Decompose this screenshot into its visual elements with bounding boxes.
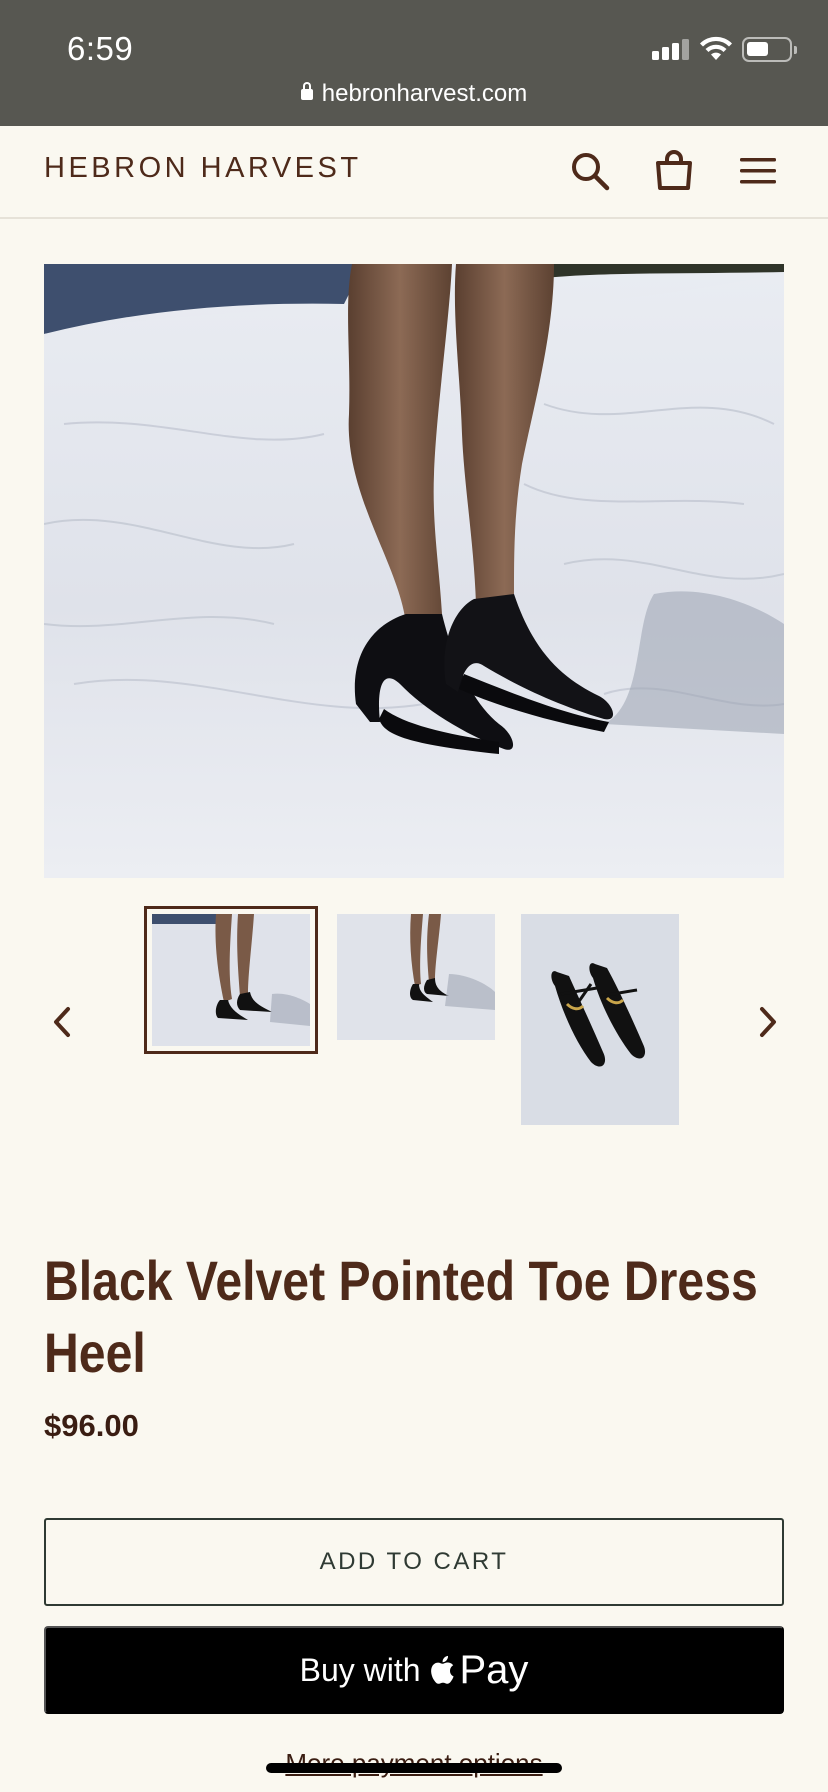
chevron-left-icon	[54, 1007, 70, 1037]
lock-icon	[300, 82, 313, 100]
product-main-image[interactable]	[44, 264, 784, 878]
address-bar[interactable]: hebronharvest.com	[0, 80, 828, 108]
thumbnail-1[interactable]	[144, 906, 318, 1054]
chevron-right-icon	[760, 1007, 776, 1037]
thumbnail-2[interactable]	[337, 914, 495, 1040]
browser-top-bar: 6:59 hebronharvest.com	[0, 0, 828, 126]
cell-signal-icon	[652, 38, 690, 60]
apple-pay-button[interactable]: Buy with Pay	[44, 1626, 784, 1714]
gallery-next-button[interactable]	[748, 1000, 788, 1044]
url-text: hebronharvest.com	[321, 80, 528, 107]
wifi-icon	[700, 36, 732, 60]
cart-icon[interactable]	[651, 148, 697, 194]
site-logo[interactable]: HEBRON HARVEST	[44, 152, 362, 185]
product-price: $96.00	[44, 1408, 139, 1443]
home-indicator[interactable]	[266, 1763, 562, 1773]
search-icon[interactable]	[567, 148, 613, 194]
battery-icon	[742, 37, 797, 62]
apple-logo-icon	[431, 1655, 455, 1684]
status-time: 6:59	[67, 30, 134, 67]
buy-with-label: Buy with	[299, 1651, 421, 1688]
thumbnail-3[interactable]	[521, 914, 679, 1125]
hamburger-menu-icon[interactable]	[735, 148, 781, 194]
site-header: HEBRON HARVEST	[0, 126, 828, 219]
product-title: Black Velvet Pointed Toe Dress Heel	[44, 1249, 758, 1384]
gallery-prev-button[interactable]	[42, 1000, 82, 1044]
pay-label: Pay	[459, 1647, 529, 1692]
add-to-cart-button[interactable]: ADD TO CART	[44, 1518, 784, 1606]
